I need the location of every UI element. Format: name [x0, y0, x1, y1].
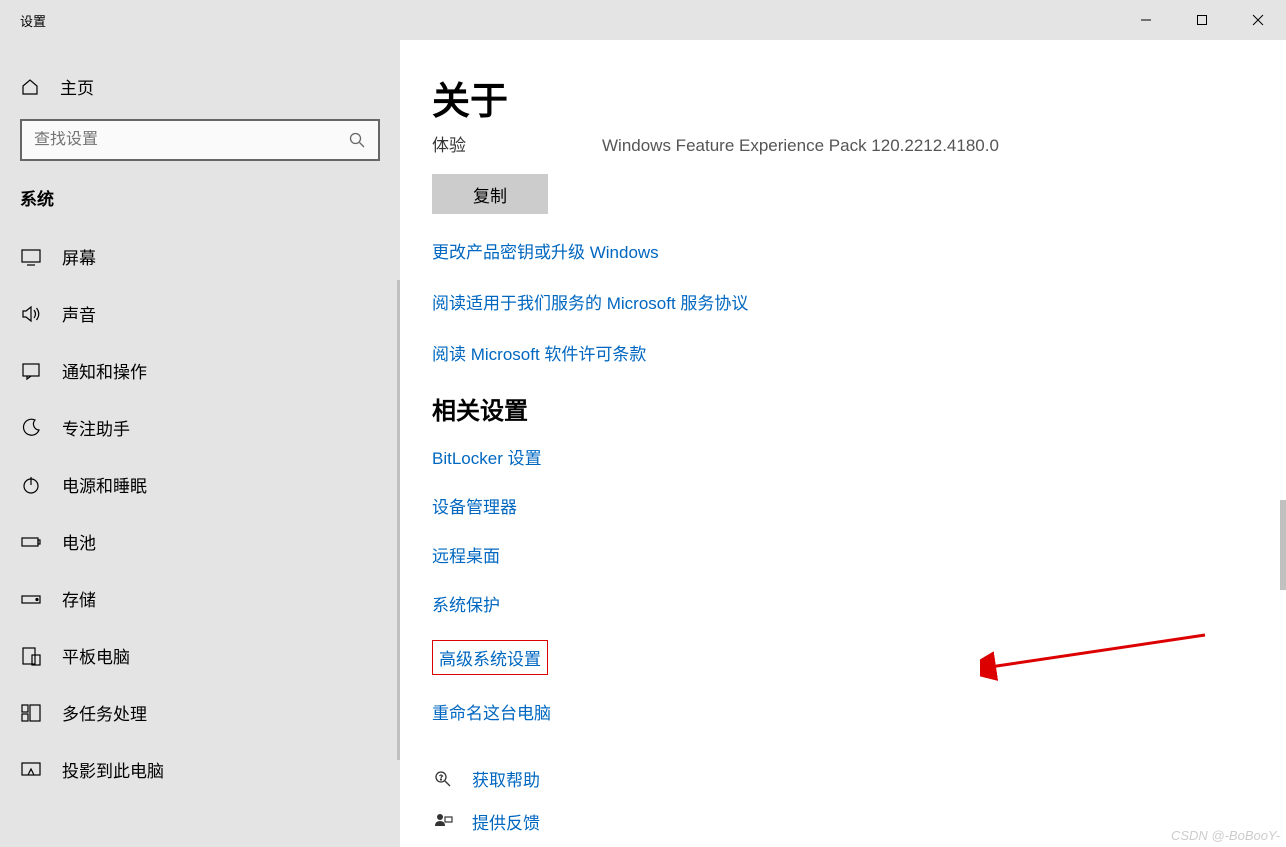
sidebar-item-project[interactable]: 投影到此电脑 [0, 741, 400, 798]
home-icon [20, 77, 40, 97]
sidebar-home[interactable]: 主页 [0, 60, 400, 113]
nav-label: 多任务处理 [62, 700, 147, 725]
highlight-box: 高级系统设置 [432, 640, 548, 675]
search-box[interactable] [20, 119, 380, 161]
multitask-icon [20, 702, 42, 724]
power-icon [20, 474, 42, 496]
nav-label: 专注助手 [62, 415, 130, 440]
close-button[interactable] [1230, 0, 1286, 40]
minimize-icon [1140, 14, 1152, 26]
nav-label: 存储 [62, 586, 96, 611]
search-input[interactable] [34, 131, 348, 149]
close-icon [1252, 14, 1264, 26]
titlebar: 设置 [0, 0, 1286, 40]
nav-label: 声音 [62, 301, 96, 326]
sidebar-item-multitask[interactable]: 多任务处理 [0, 684, 400, 741]
info-row: 体验 Windows Feature Experience Pack 120.2… [432, 131, 1286, 156]
content-area: 关于 体验 Windows Feature Experience Pack 12… [400, 40, 1286, 847]
link-remote-desktop[interactable]: 远程桌面 [432, 542, 1286, 567]
nav-label: 投影到此电脑 [62, 757, 164, 782]
window-title: 设置 [0, 11, 46, 30]
watermark: CSDN @-BoBooY- [1171, 828, 1280, 843]
sidebar-item-tablet[interactable]: 平板电脑 [0, 627, 400, 684]
sidebar: 主页 系统 屏幕 声音 通知和操作 专注助手 电源和睡眠 [0, 40, 400, 847]
sidebar-home-label: 主页 [60, 74, 94, 99]
link-change-product-key[interactable]: 更改产品密钥或升级 Windows [432, 238, 1286, 263]
nav-label: 通知和操作 [62, 358, 147, 383]
sound-icon [20, 303, 42, 325]
minimize-button[interactable] [1118, 0, 1174, 40]
page-title: 关于 [432, 70, 1286, 125]
nav-label: 屏幕 [62, 244, 96, 269]
maximize-icon [1196, 14, 1208, 26]
maximize-button[interactable] [1174, 0, 1230, 40]
sidebar-item-notifications[interactable]: 通知和操作 [0, 342, 400, 399]
link-rename-pc[interactable]: 重命名这台电脑 [432, 699, 1286, 724]
sidebar-item-power[interactable]: 电源和睡眠 [0, 456, 400, 513]
give-feedback-label: 提供反馈 [472, 809, 540, 834]
notification-icon [20, 360, 42, 382]
get-help-label: 获取帮助 [472, 766, 540, 791]
info-value: Windows Feature Experience Pack 120.2212… [602, 136, 999, 156]
nav-label: 电池 [62, 529, 96, 554]
display-icon [20, 246, 42, 268]
help-icon [432, 768, 454, 790]
link-device-manager[interactable]: 设备管理器 [432, 493, 1286, 518]
get-help[interactable]: 获取帮助 [432, 766, 1286, 791]
top-links: 更改产品密钥或升级 Windows 阅读适用于我们服务的 Microsoft 服… [432, 238, 1286, 365]
give-feedback[interactable]: 提供反馈 [432, 809, 1286, 834]
nav-label: 平板电脑 [62, 643, 130, 668]
sidebar-item-sound[interactable]: 声音 [0, 285, 400, 342]
feedback-icon [432, 811, 454, 833]
link-advanced-system-settings[interactable]: 高级系统设置 [439, 650, 541, 669]
sidebar-section-heading: 系统 [0, 181, 400, 228]
project-icon [20, 759, 42, 781]
sidebar-item-battery[interactable]: 电池 [0, 513, 400, 570]
link-services-agreement[interactable]: 阅读适用于我们服务的 Microsoft 服务协议 [432, 289, 1286, 314]
search-icon [348, 131, 366, 149]
window-controls [1118, 0, 1286, 40]
link-system-protection[interactable]: 系统保护 [432, 591, 1286, 616]
sidebar-item-display[interactable]: 屏幕 [0, 228, 400, 285]
sidebar-item-focus[interactable]: 专注助手 [0, 399, 400, 456]
tablet-icon [20, 645, 42, 667]
copy-button[interactable]: 复制 [432, 174, 548, 214]
nav-label: 电源和睡眠 [62, 472, 147, 497]
focus-icon [20, 417, 42, 439]
info-key: 体验 [432, 131, 602, 156]
link-bitlocker[interactable]: BitLocker 设置 [432, 444, 1286, 469]
copy-button-label: 复制 [473, 182, 507, 207]
sidebar-item-storage[interactable]: 存储 [0, 570, 400, 627]
link-software-license[interactable]: 阅读 Microsoft 软件许可条款 [432, 340, 1286, 365]
related-settings-heading: 相关设置 [432, 391, 1286, 426]
storage-icon [20, 588, 42, 610]
battery-icon [20, 531, 42, 553]
